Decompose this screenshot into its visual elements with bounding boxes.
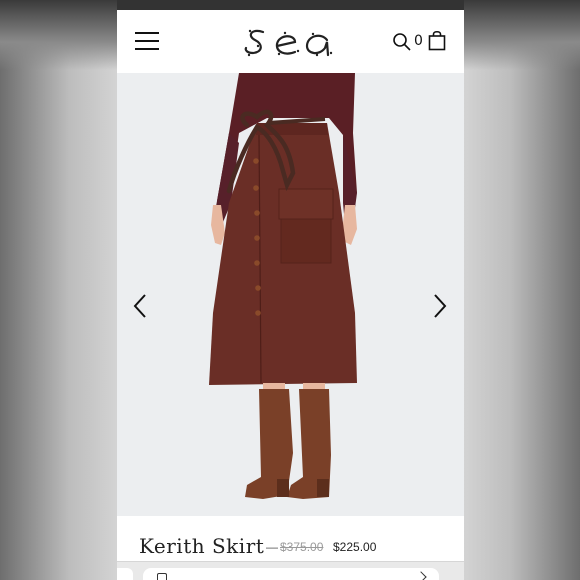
bottom-toolbar bbox=[117, 561, 464, 580]
chevron-left-icon[interactable] bbox=[131, 292, 151, 320]
chevron-right-icon[interactable] bbox=[429, 292, 449, 320]
site-header: 0 bbox=[117, 10, 464, 73]
phone-screen: 0 Kerith Skirt — $375.00 $225.00 bbox=[117, 0, 464, 580]
menu-icon[interactable] bbox=[135, 32, 159, 50]
model-photo bbox=[209, 73, 357, 499]
product-image[interactable] bbox=[117, 73, 464, 516]
price-separator: — bbox=[266, 540, 278, 554]
brand-logo[interactable] bbox=[241, 22, 337, 62]
sale-price: $225.00 bbox=[333, 540, 377, 554]
search-icon[interactable] bbox=[392, 32, 412, 52]
product-info: Kerith Skirt — $375.00 $225.00 bbox=[117, 516, 464, 561]
original-price: $375.00 bbox=[280, 540, 324, 554]
cart-count[interactable]: 0 bbox=[414, 33, 423, 49]
bag-small-icon bbox=[157, 573, 167, 580]
shopping-bag-icon[interactable] bbox=[428, 29, 446, 51]
status-bar bbox=[117, 0, 464, 10]
bottom-action-pill[interactable] bbox=[143, 568, 439, 580]
tab-stub[interactable] bbox=[117, 568, 133, 580]
product-name: Kerith Skirt bbox=[139, 534, 265, 558]
